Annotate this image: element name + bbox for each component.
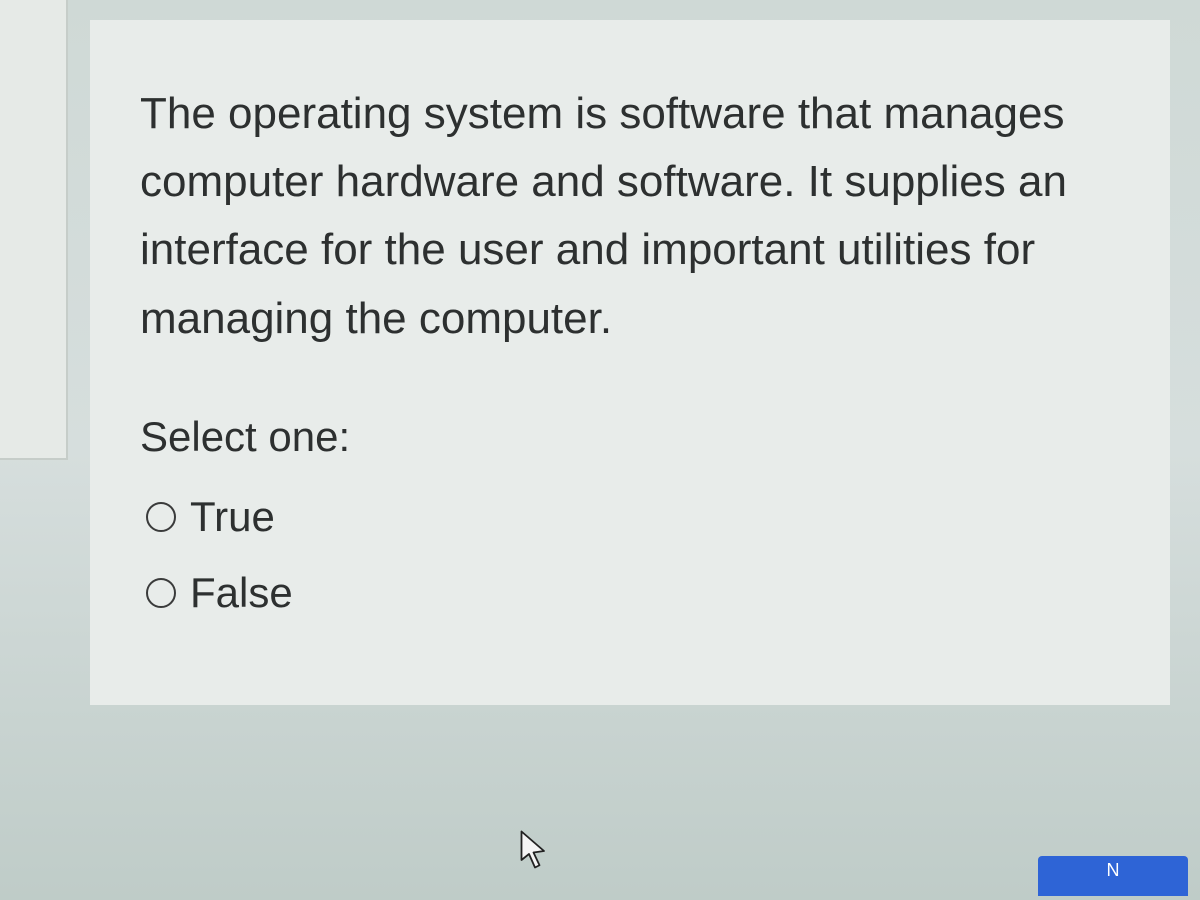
select-one-prompt: Select one: [140, 413, 1120, 461]
radio-icon[interactable] [146, 502, 176, 532]
left-panel-sliver [0, 0, 68, 460]
question-text: The operating system is software that ma… [140, 80, 1120, 353]
option-false[interactable]: False [140, 569, 1120, 617]
next-button[interactable]: N [1038, 856, 1188, 896]
option-true[interactable]: True [140, 493, 1120, 541]
cursor-icon [520, 830, 550, 872]
next-button-label: N [1107, 860, 1120, 881]
radio-icon[interactable] [146, 578, 176, 608]
option-label: False [190, 569, 293, 617]
option-label: True [190, 493, 275, 541]
question-panel: The operating system is software that ma… [90, 20, 1170, 705]
